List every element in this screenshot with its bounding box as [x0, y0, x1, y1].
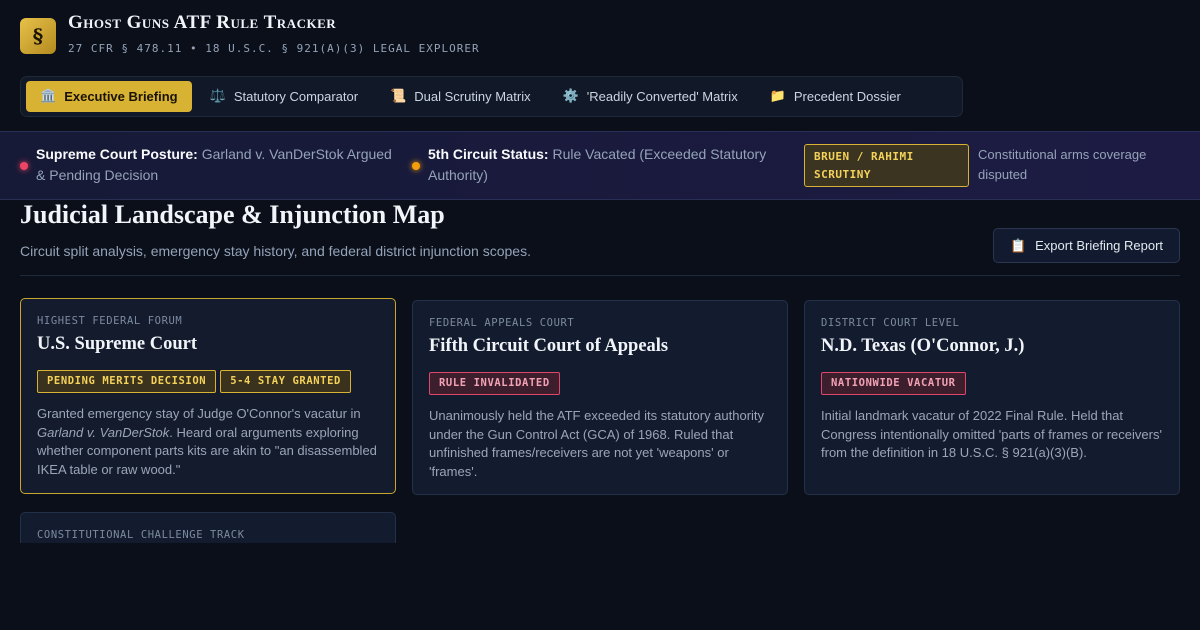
status-key: Supreme Court Posture: — [36, 146, 198, 162]
status-text: 5th Circuit Status: Rule Vacated (Exceed… — [428, 144, 792, 186]
export-briefing-button[interactable]: 📋 Export Briefing Report — [993, 228, 1180, 263]
scrutiny-badge: BRUEN / RAHIMI SCRUTINY — [804, 144, 969, 187]
card-title: Fifth Circuit Court of Appeals — [429, 336, 669, 356]
amber-status-dot-icon — [412, 162, 420, 170]
status-supreme-court: Supreme Court Posture: Garland v. VanDer… — [20, 144, 400, 186]
card-constitutional-track[interactable]: CONSTITUTIONAL CHALLENGE TRACK — [20, 512, 396, 543]
status-text: Supreme Court Posture: Garland v. VanDer… — [36, 144, 400, 186]
app-header: § Ghost Guns ATF Rule Tracker 27 CFR § 4… — [20, 12, 480, 55]
section-logo-icon: § — [20, 18, 56, 54]
tab-dual-scrutiny-matrix[interactable]: 📜 Dual Scrutiny Matrix — [376, 81, 545, 112]
status-badge: 5-4 STAY GRANTED — [220, 370, 351, 393]
card-badges: RULE INVALIDATED — [429, 372, 771, 395]
app-title: Ghost Guns ATF Rule Tracker — [68, 12, 337, 33]
section-divider — [20, 275, 1180, 276]
status-badge: PENDING MERITS DECISION — [37, 370, 217, 393]
tab-label: Precedent Dossier — [793, 89, 901, 104]
section-title: Judicial Landscape & Injunction Map — [20, 200, 445, 229]
red-status-dot-icon — [20, 162, 28, 170]
card-nd-texas[interactable]: DISTRICT COURT LEVEL N.D. Texas (O'Conno… — [804, 300, 1180, 495]
export-button-label: Export Briefing Report — [1035, 238, 1164, 253]
card-body: Unanimously held the ATF exceeded its st… — [429, 408, 765, 479]
status-fifth-circuit: 5th Circuit Status: Rule Vacated (Exceed… — [412, 144, 792, 186]
status-badge: RULE INVALIDATED — [429, 372, 560, 395]
card-kicker: FEDERAL APPEALS COURT — [429, 317, 575, 329]
nav-tabs: 🏛️ Executive Briefing ⚖️ Statutory Compa… — [20, 76, 963, 117]
tab-executive-briefing[interactable]: 🏛️ Executive Briefing — [26, 81, 192, 112]
tab-label: Executive Briefing — [64, 89, 178, 104]
status-badge: NATIONWIDE VACATUR — [821, 372, 966, 395]
card-supreme-court[interactable]: HIGHEST FEDERAL FORUM U.S. Supreme Court… — [20, 298, 396, 494]
card-kicker: DISTRICT COURT LEVEL — [821, 317, 960, 329]
card-badges: NATIONWIDE VACATUR — [821, 372, 1163, 395]
tab-label: Dual Scrutiny Matrix — [414, 89, 531, 104]
tab-precedent-dossier[interactable]: 📁 Precedent Dossier — [756, 81, 915, 112]
card-title: U.S. Supreme Court — [37, 334, 197, 354]
card-badges: PENDING MERITS DECISION 5-4 STAY GRANTED — [37, 370, 379, 393]
scales-icon: ⚖️ — [209, 89, 226, 104]
title-block: Ghost Guns ATF Rule Tracker 27 CFR § 478… — [68, 12, 480, 55]
card-body-text: Granted emergency stay of Judge O'Connor… — [37, 406, 361, 421]
scroll-icon: 📜 — [390, 89, 407, 104]
tab-statutory-comparator[interactable]: ⚖️ Statutory Comparator — [196, 81, 372, 112]
tab-readily-converted-matrix[interactable]: ⚙️ 'Readily Converted' Matrix — [549, 81, 752, 112]
card-body: Initial landmark vacatur of 2022 Final R… — [821, 408, 1162, 460]
status-key: 5th Circuit Status: — [428, 146, 549, 162]
section-description: Circuit split analysis, emergency stay h… — [20, 243, 531, 259]
folder-icon: 📁 — [769, 89, 786, 104]
case-name: Garland v. VanDerStok — [37, 424, 170, 440]
card-title: N.D. Texas (O'Connor, J.) — [821, 336, 1025, 356]
app-subtitle: 27 CFR § 478.11 • 18 U.S.C. § 921(A)(3) … — [68, 42, 480, 55]
card-kicker: HIGHEST FEDERAL FORUM — [37, 315, 183, 327]
clipboard-icon: 📋 — [1009, 237, 1027, 253]
card-fifth-circuit[interactable]: FEDERAL APPEALS COURT Fifth Circuit Cour… — [412, 300, 788, 495]
card-kicker: CONSTITUTIONAL CHALLENGE TRACK — [37, 529, 245, 541]
scrutiny-note: Constitutional arms coverage disputed — [978, 147, 1147, 182]
courthouse-icon: 🏛️ — [40, 89, 57, 104]
tab-label: 'Readily Converted' Matrix — [586, 89, 738, 104]
gear-icon: ⚙️ — [562, 89, 579, 104]
card-body: Granted emergency stay of Judge O'Connor… — [37, 405, 379, 479]
tab-label: Statutory Comparator — [233, 89, 359, 104]
